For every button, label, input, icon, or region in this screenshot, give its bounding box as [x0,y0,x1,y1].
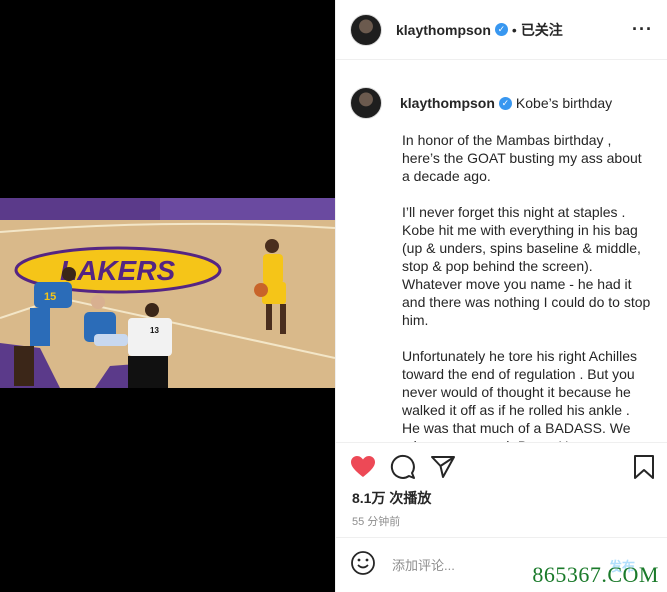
svg-text:13: 13 [150,326,159,335]
caption-scroll-area[interactable]: klaythompson ✓ Kobe’s birthday In honor … [336,61,667,443]
post-detail-pane: klaythompson ✓ • 已关注 ··· klaythompson ✓ … [335,0,667,592]
verified-badge-icon: ✓ [498,96,512,110]
post-timestamp[interactable]: 55 分钟前 [352,513,400,529]
avatar[interactable] [350,13,382,46]
media-pane: LAKERS 15 13 [0,0,335,592]
share-button[interactable] [430,454,456,480]
heart-filled-icon [351,456,375,477]
smiley-icon [351,550,375,575]
svg-text:LAKERS: LAKERS [60,255,175,286]
caption-paragraph: Unfortunately he tore his right Achilles… [402,348,638,442]
bookmark-icon [634,455,654,479]
like-button[interactable] [350,455,376,479]
separator-dot: • [511,21,517,38]
save-button[interactable] [633,454,655,480]
action-bar [350,452,655,482]
video-frame: LAKERS 15 13 [0,198,335,388]
video-player[interactable]: LAKERS 15 13 [0,198,335,388]
verified-badge-icon: ✓ [494,23,508,36]
paper-plane-icon [431,456,455,478]
caption-title: Kobe’s birthday [515,95,613,111]
more-options-icon[interactable]: ··· [632,19,653,40]
view-count[interactable]: 8.1万 次播放 [352,488,431,508]
caption-avatar[interactable] [350,87,382,119]
caption-username[interactable]: klaythompson [400,95,495,111]
site-watermark: 865367.COM [532,562,659,587]
follow-status-button[interactable]: 已关注 [521,20,563,40]
caption-paragraph: I’ll never forget this night at staples … [402,204,651,328]
post-header: klaythompson ✓ • 已关注 ··· [336,0,667,60]
caption-body: In honor of the Mambas birthday , here’s… [402,131,651,442]
comment-button[interactable] [390,454,416,480]
speech-bubble-icon [390,454,415,479]
header-username[interactable]: klaythompson [396,22,491,38]
emoji-button[interactable] [350,550,376,581]
caption-header: klaythompson ✓ Kobe’s birthday [350,87,651,119]
svg-text:15: 15 [44,291,56,303]
caption-paragraph: In honor of the Mambas birthday , here’s… [402,132,642,184]
